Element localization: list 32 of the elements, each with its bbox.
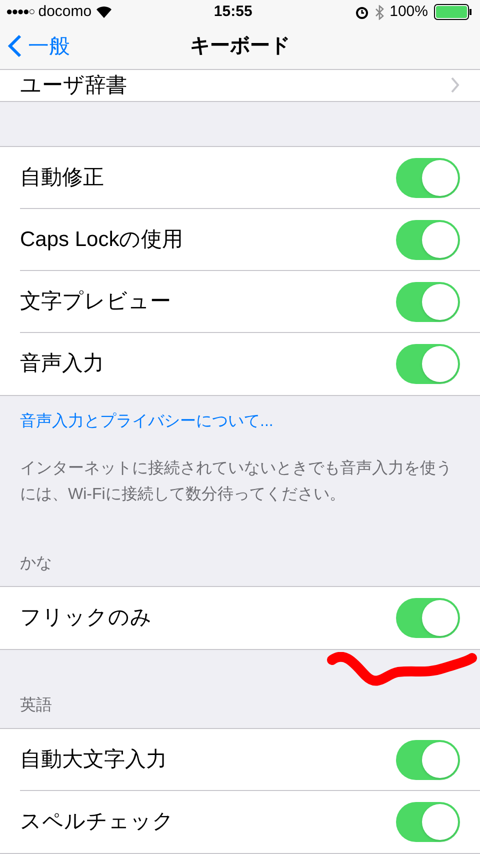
toggle-switch[interactable] (396, 282, 460, 322)
carrier-name: docomo (38, 2, 92, 22)
row-label: 音声入力 (20, 351, 104, 378)
row-label: 自動大文字入力 (20, 746, 167, 773)
section-header: かな (19, 554, 53, 574)
toggle-switch[interactable] (396, 598, 460, 638)
toggle-switch[interactable] (396, 802, 460, 842)
row-label: スペルチェック (20, 809, 174, 836)
row-label: 自動修正 (20, 164, 104, 191)
wifi-icon (96, 6, 112, 18)
toggle-switch[interactable] (396, 220, 460, 260)
row-label: ユーザ辞書 (20, 72, 127, 98)
row-label: フリックのみ (20, 605, 152, 632)
bluetooth-icon (374, 4, 384, 20)
battery-percent: 100% (390, 2, 428, 22)
signal-strength: ●●●●○ (6, 4, 34, 20)
row-label: 文字プレビュー (20, 288, 171, 315)
row-label: Caps Lockの使用 (20, 226, 184, 253)
clock-time: 15:55 (214, 2, 252, 22)
privacy-link[interactable]: 音声入力とプライバシーについて... (0, 396, 480, 434)
footer-note: インターネットに接続されていないときでも音声入力を使うには、Wi-Fiに接続して数分待ってください。 (19, 458, 453, 505)
battery-icon (434, 4, 474, 20)
section-header: 英語 (19, 696, 53, 716)
chevron-icon (450, 77, 460, 94)
settings-row[interactable]: ユーザ辞書 (0, 70, 480, 102)
alarm-icon (354, 5, 369, 20)
toggle-switch[interactable] (396, 344, 460, 384)
back-button[interactable]: 一般 (8, 30, 70, 62)
toggle-switch[interactable] (396, 740, 460, 780)
back-chevron-icon (8, 34, 22, 58)
nav-title: キーボード (190, 34, 290, 60)
toggle-switch[interactable] (396, 158, 460, 198)
